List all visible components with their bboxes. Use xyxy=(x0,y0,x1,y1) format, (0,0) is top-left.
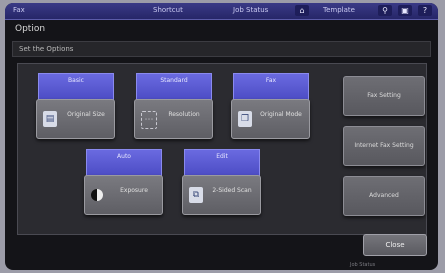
category-basic-label: Basic xyxy=(68,77,84,84)
exposure-button[interactable]: Exposure xyxy=(84,175,163,215)
close-label: Close xyxy=(385,241,405,249)
category-edit-label: Edit xyxy=(216,153,228,160)
two-sided-scan-button[interactable]: ⧉ 2-Sided Scan xyxy=(182,175,261,215)
resolution-label: Resolution xyxy=(168,111,200,118)
top-bar: Fax Shortcut Job Status Template ⌂ ⚲ ▣ ? xyxy=(5,3,438,20)
instruction-bar: Set the Options xyxy=(12,41,431,57)
window-title: Option xyxy=(15,24,46,34)
category-basic: Basic xyxy=(38,73,114,101)
search-icon[interactable]: ⚲ xyxy=(378,5,392,16)
category-auto-label: Auto xyxy=(117,153,131,160)
top-bar-user: Fax xyxy=(13,6,25,14)
category-standard: Standard xyxy=(136,73,212,101)
category-edit: Edit xyxy=(184,149,260,177)
advanced-label: Advanced xyxy=(369,192,399,199)
printer-icon[interactable]: ▣ xyxy=(398,5,412,16)
job-status-tab[interactable]: Job Status xyxy=(233,6,268,14)
template-tab[interactable]: Template xyxy=(323,6,355,14)
option-screen: Fax Shortcut Job Status Template ⌂ ⚲ ▣ ?… xyxy=(5,3,438,270)
two-sided-scan-label: 2-Sided Scan xyxy=(212,187,252,194)
close-button[interactable]: Close xyxy=(363,234,427,256)
help-icon[interactable]: ? xyxy=(418,5,432,16)
internet-fax-setting-label: Internet Fax Setting xyxy=(354,142,414,149)
fax-setting-button[interactable]: Fax Setting xyxy=(343,76,425,116)
category-auto: Auto xyxy=(86,149,162,177)
two-sided-icon: ⧉ xyxy=(189,187,203,203)
original-mode-label: Original Mode xyxy=(260,111,302,118)
document-icon: ▤ xyxy=(43,111,57,127)
original-mode-button[interactable]: ❐ Original Mode xyxy=(231,99,310,139)
category-fax: Fax xyxy=(233,73,309,101)
internet-fax-setting-button[interactable]: Internet Fax Setting xyxy=(343,126,425,166)
shortcut-tab[interactable]: Shortcut xyxy=(153,6,183,14)
exposure-icon xyxy=(91,189,103,201)
original-size-button[interactable]: ▤ Original Size xyxy=(36,99,115,139)
home-icon[interactable]: ⌂ xyxy=(295,5,309,16)
instruction-text: Set the Options xyxy=(19,45,74,53)
resolution-icon: ⋯ xyxy=(141,111,157,129)
original-size-label: Original Size xyxy=(67,111,105,118)
resolution-button[interactable]: ⋯ Resolution xyxy=(134,99,213,139)
category-standard-label: Standard xyxy=(160,77,188,84)
exposure-label: Exposure xyxy=(120,187,148,194)
fax-setting-label: Fax Setting xyxy=(367,92,401,99)
advanced-button[interactable]: Advanced xyxy=(343,176,425,216)
footer-status: Job Status xyxy=(350,262,376,268)
original-mode-icon: ❐ xyxy=(238,111,252,127)
category-fax-label: Fax xyxy=(265,77,277,84)
